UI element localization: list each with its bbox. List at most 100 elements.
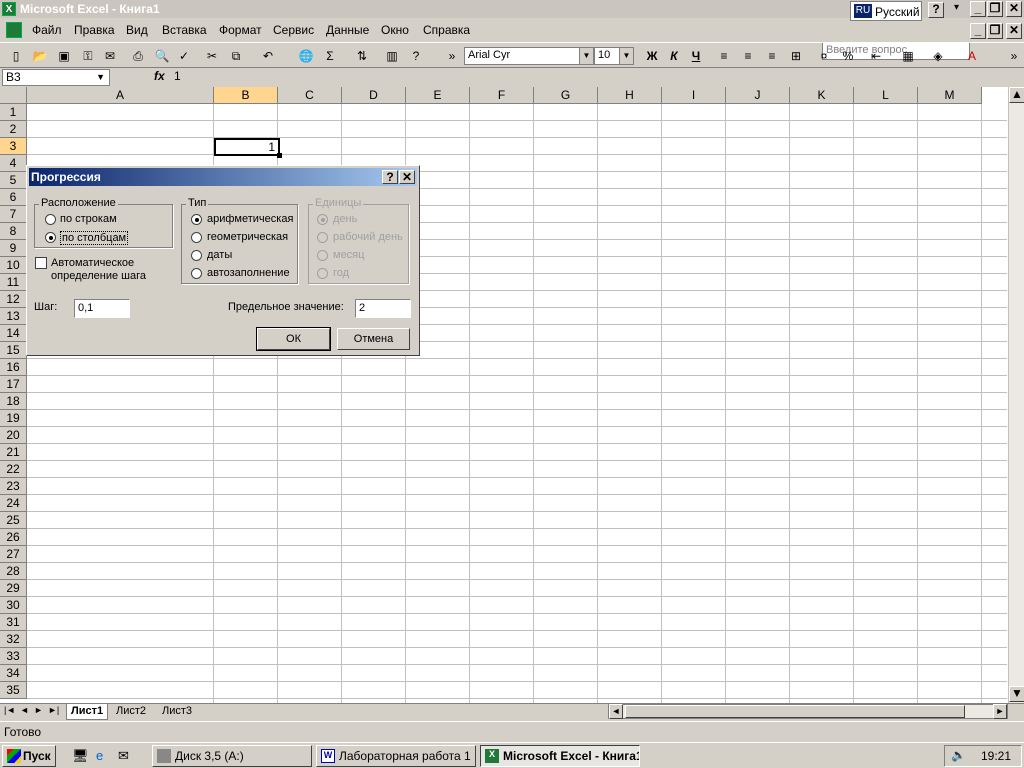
row-header-22[interactable]: 22 <box>0 461 27 478</box>
font-dropdown-icon[interactable]: ▼ <box>579 48 593 64</box>
autosum-icon[interactable]: Σ <box>320 47 340 65</box>
radio-by-columns[interactable] <box>45 232 56 243</box>
row-header-11[interactable]: 11 <box>0 274 27 291</box>
volume-icon[interactable]: 🔈 <box>951 748 966 762</box>
label-dates[interactable]: даты <box>207 249 232 261</box>
undo-icon[interactable]: ↶ <box>258 47 278 65</box>
step-input[interactable]: 0,1 <box>74 299 130 318</box>
row-header-29[interactable]: 29 <box>0 580 27 597</box>
fx-icon[interactable]: fx <box>154 69 165 83</box>
column-header-c[interactable]: C <box>278 87 342 104</box>
row-header-31[interactable]: 31 <box>0 614 27 631</box>
copy-icon[interactable]: ⧉ <box>226 47 246 65</box>
font-select[interactable]: Arial Cyr ▼ <box>464 47 594 65</box>
hyperlink-icon[interactable]: 🌐 <box>296 47 316 65</box>
column-header-g[interactable]: G <box>534 87 598 104</box>
cut-icon[interactable]: ✂ <box>202 47 222 65</box>
close-button[interactable]: ✕ <box>1006 1 1022 17</box>
toolbar-options-icon[interactable]: » <box>442 47 462 65</box>
outlook-express-icon[interactable]: ✉ <box>118 748 129 764</box>
row-header-35[interactable]: 35 <box>0 682 27 699</box>
row-header-12[interactable]: 12 <box>0 291 27 308</box>
select-all-corner[interactable] <box>0 87 27 104</box>
sort-icon[interactable]: ⇅ <box>352 47 372 65</box>
row-header-17[interactable]: 17 <box>0 376 27 393</box>
spelling-icon[interactable]: ✓ <box>174 47 194 65</box>
help-icon[interactable]: ? <box>928 2 944 18</box>
task-word-document[interactable]: W Лабораторная работа 1 ... <box>316 745 476 767</box>
help-icon[interactable]: ? <box>406 47 426 65</box>
auto-step-checkbox[interactable] <box>35 257 47 269</box>
column-header-m[interactable]: M <box>918 87 982 104</box>
new-icon[interactable]: ▯ <box>6 47 26 65</box>
label-arithmetic[interactable]: арифметическая <box>207 213 293 225</box>
row-header-25[interactable]: 25 <box>0 512 27 529</box>
email-icon[interactable]: ✉ <box>100 47 120 65</box>
menu-tools[interactable]: Сервис <box>273 23 314 37</box>
start-button[interactable]: Пуск <box>2 745 56 767</box>
row-header-7[interactable]: 7 <box>0 206 27 223</box>
label-autofill[interactable]: автозаполнение <box>207 267 290 279</box>
doc-close-button[interactable]: ✕ <box>1006 23 1022 39</box>
permission-icon[interactable]: ⚿ <box>78 47 98 65</box>
name-box-dropdown-icon[interactable]: ▼ <box>96 72 105 82</box>
menu-insert[interactable]: Вставка <box>162 23 207 37</box>
radio-autofill[interactable] <box>191 268 202 279</box>
column-header-d[interactable]: D <box>342 87 406 104</box>
sheet-tab-1[interactable]: Лист1 <box>66 704 109 720</box>
menu-window[interactable]: Окно <box>381 23 409 37</box>
row-header-18[interactable]: 18 <box>0 393 27 410</box>
last-sheet-icon[interactable]: ►| <box>48 705 59 715</box>
task-floppy-drive[interactable]: Диск 3,5 (A:) <box>152 745 312 767</box>
column-header-e[interactable]: E <box>406 87 470 104</box>
doc-minimize-button[interactable]: _ <box>970 23 986 39</box>
next-sheet-icon[interactable]: ► <box>34 705 43 715</box>
restore-button[interactable]: ❐ <box>987 1 1003 17</box>
align-center-icon[interactable]: ≡ <box>738 47 758 65</box>
row-header-32[interactable]: 32 <box>0 631 27 648</box>
cancel-button[interactable]: Отмена <box>337 328 410 350</box>
row-header-23[interactable]: 23 <box>0 478 27 495</box>
toolbar-options-icon-2[interactable]: » <box>1004 47 1024 65</box>
row-header-26[interactable]: 26 <box>0 529 27 546</box>
show-desktop-icon[interactable]: 🖥 <box>72 748 89 764</box>
menu-file[interactable]: Файл <box>32 23 62 37</box>
row-header-1[interactable]: 1 <box>0 104 27 121</box>
chart-wizard-icon[interactable]: ▥ <box>382 47 402 65</box>
menu-view[interactable]: Вид <box>126 23 148 37</box>
label-geometric[interactable]: геометрическая <box>207 231 288 243</box>
horizontal-scrollbar[interactable]: ◄ ► <box>608 704 1008 719</box>
sheet-tab-2[interactable]: Лист2 <box>112 704 150 720</box>
currency-icon[interactable]: ¤ <box>814 47 834 65</box>
italic-button[interactable]: К <box>664 47 684 65</box>
row-header-13[interactable]: 13 <box>0 308 27 325</box>
prev-sheet-icon[interactable]: ◄ <box>20 705 29 715</box>
scroll-up-icon[interactable]: ▲ <box>1009 87 1024 103</box>
column-header-a[interactable]: A <box>27 87 214 104</box>
row-header-30[interactable]: 30 <box>0 597 27 614</box>
sheet-tab-3[interactable]: Лист3 <box>158 704 196 720</box>
column-header-k[interactable]: K <box>790 87 854 104</box>
vertical-scrollbar[interactable]: ▲ ▼ <box>1008 87 1024 703</box>
save-icon[interactable]: ▣ <box>54 47 74 65</box>
dialog-close-button[interactable]: ✕ <box>399 170 415 184</box>
radio-arithmetic[interactable] <box>191 214 202 225</box>
label-by-columns[interactable]: по столбцам <box>60 231 129 245</box>
percent-button[interactable]: % <box>838 47 858 65</box>
radio-dates[interactable] <box>191 250 202 261</box>
row-header-19[interactable]: 19 <box>0 410 27 427</box>
limit-input[interactable]: 2 <box>355 299 411 318</box>
row-header-9[interactable]: 9 <box>0 240 27 257</box>
radio-geometric[interactable] <box>191 232 202 243</box>
row-header-10[interactable]: 10 <box>0 257 27 274</box>
row-header-34[interactable]: 34 <box>0 665 27 682</box>
name-box[interactable]: B3 ▼ <box>2 69 110 86</box>
scroll-down-icon[interactable]: ▼ <box>1009 686 1024 702</box>
column-header-i[interactable]: I <box>662 87 726 104</box>
row-header-21[interactable]: 21 <box>0 444 27 461</box>
language-indicator[interactable]: RU Русский <box>850 1 922 21</box>
column-header-j[interactable]: J <box>726 87 790 104</box>
bold-button[interactable]: Ж <box>642 47 662 65</box>
font-color-icon[interactable]: A <box>962 47 982 65</box>
menu-help[interactable]: Справка <box>423 23 470 37</box>
